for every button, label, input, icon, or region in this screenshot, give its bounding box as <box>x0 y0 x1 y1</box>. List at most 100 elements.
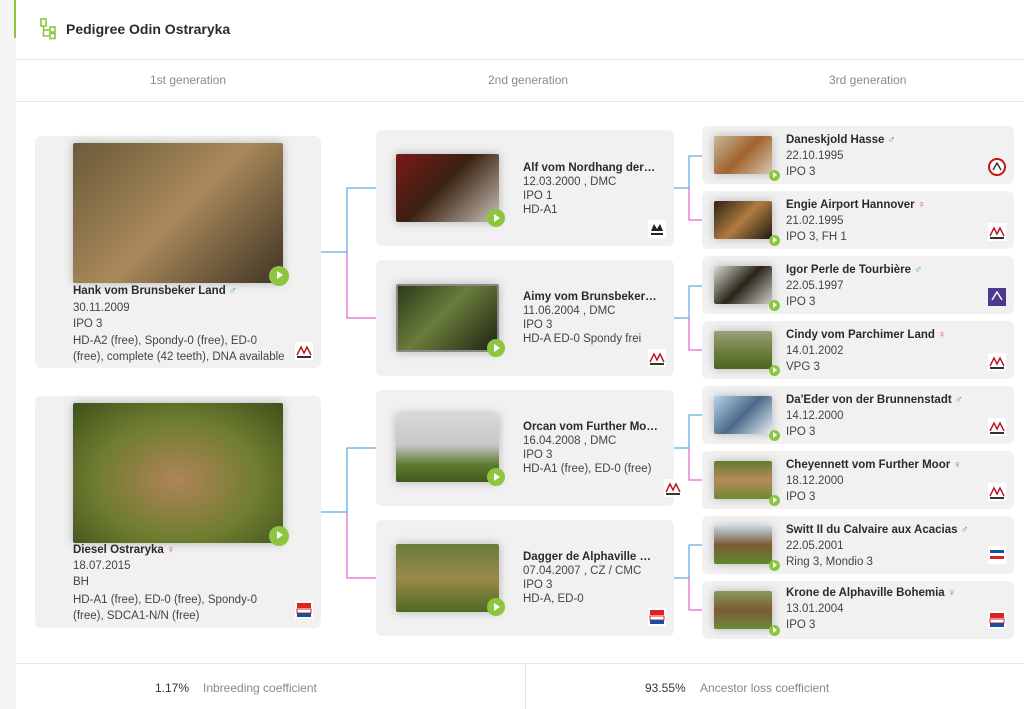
dog-name[interactable]: Dagger de Alphaville Bo... <box>523 551 658 563</box>
inbreeding-value: 1.17% <box>155 681 190 695</box>
dog-title: IPO 3 <box>786 619 816 631</box>
dog-name[interactable]: Daneskjold Hasse ♂ <box>786 134 986 146</box>
dog-name[interactable]: Igor Perle de Tourbière ♂ <box>786 264 986 276</box>
male-icon: ♂ <box>887 134 896 146</box>
play-video-icon[interactable] <box>487 468 505 486</box>
cz-club-logo-icon <box>988 611 1006 629</box>
dog-photo[interactable] <box>714 201 772 239</box>
dog-photo[interactable] <box>714 591 772 629</box>
dog-birthdate: 16.04.2008 , DMC <box>523 435 617 447</box>
dog-name[interactable]: Engie Airport Hannover ♀ <box>786 199 986 211</box>
dhc-logo-icon <box>988 353 1006 371</box>
male-icon: ♂ <box>228 285 237 297</box>
dog-health: HD-A1 (free), ED-0 (free), Spondy-0 (fre… <box>73 594 258 622</box>
dog-title: IPO 3 <box>786 491 816 503</box>
dog-photo[interactable] <box>714 266 772 304</box>
play-video-icon[interactable] <box>269 526 289 546</box>
dog-card-gen3-2[interactable]: Engie Airport Hannover ♀ 21.02.1995 IPO 3… <box>702 191 1014 249</box>
dog-card-gen3-8[interactable]: Krone de Alphaville Bohemia ♀ 13.01.2004 … <box>702 581 1014 639</box>
inbreeding-label: Inbreeding coefficient <box>203 681 317 695</box>
dog-card-gen2-3[interactable]: Orcan vom Further Moo... 16.04.2008 , DM… <box>376 390 682 506</box>
play-video-icon[interactable] <box>769 430 780 441</box>
play-video-icon[interactable] <box>769 300 780 311</box>
fr-club-logo-icon <box>988 288 1006 306</box>
female-icon: ♀ <box>166 544 176 556</box>
dog-name[interactable]: Hank vom Brunsbeker Land ♂ <box>73 285 313 297</box>
dog-card-gen3-3[interactable]: Igor Perle de Tourbière ♂ 22.05.1997 IPO … <box>702 256 1014 314</box>
dog-birthdate: 12.03.2000 , DMC <box>523 176 617 188</box>
dog-health: HD-A2 (free), Spondy-0 (free), ED-0 (fre… <box>73 335 285 363</box>
dog-card-gen3-6[interactable]: Cheyennett vom Further Moor ♀ 18.12.2000 … <box>702 451 1014 509</box>
connector-line <box>674 544 702 579</box>
dog-card-gen2-1[interactable]: Alf vom Nordhang der Ei... 12.03.2000 , … <box>376 130 674 246</box>
connector-line <box>688 448 702 481</box>
dog-name[interactable]: Aimy vom Brunsbeker L... <box>523 291 658 303</box>
dog-card-gen2-4[interactable]: Dagger de Alphaville Bo... 07.04.2007 , … <box>376 520 674 636</box>
ancestor-loss-label: Ancestor loss coefficient <box>700 681 830 695</box>
play-video-icon[interactable] <box>487 339 505 357</box>
female-icon: ♀ <box>947 587 956 599</box>
dog-card-gen1-sire[interactable]: Hank vom Brunsbeker Land ♂ 30.11.2009 IPO… <box>35 136 321 368</box>
play-video-icon[interactable] <box>487 598 505 616</box>
dog-name[interactable]: Diesel Ostraryka ♀ <box>73 544 313 556</box>
male-icon: ♂ <box>914 264 923 276</box>
dog-photo[interactable] <box>73 143 283 283</box>
cz-club-logo-icon <box>648 608 666 626</box>
dog-title: IPO 3 <box>523 449 553 461</box>
dog-photo[interactable] <box>396 154 499 222</box>
dog-name[interactable]: Switt II du Calvaire aux Acacias ♂ <box>786 524 986 536</box>
footer-divider <box>525 664 526 709</box>
male-icon: ♂ <box>960 524 969 536</box>
kennel-logo-icon <box>648 220 666 238</box>
dog-birthdate: 22.05.2001 <box>786 540 844 552</box>
play-video-icon[interactable] <box>769 235 780 246</box>
dog-birthdate: 22.05.1997 <box>786 280 844 292</box>
play-video-icon[interactable] <box>769 365 780 376</box>
connector-line <box>674 155 702 189</box>
female-icon: ♀ <box>937 329 947 341</box>
play-video-icon[interactable] <box>487 209 505 227</box>
dog-card-gen3-1[interactable]: Daneskjold Hasse ♂ 22.10.1995 IPO 3 <box>702 126 1014 184</box>
dog-photo[interactable] <box>396 414 499 482</box>
dog-name[interactable]: Da'Eder von der Brunnenstadt ♂ <box>786 394 986 406</box>
connector-line <box>688 188 702 221</box>
connector-line <box>321 447 376 513</box>
play-video-icon[interactable] <box>269 266 289 286</box>
dhc-logo-icon <box>988 483 1006 501</box>
dog-card-gen3-4[interactable]: Cindy vom Parchimer Land ♀ 14.01.2002 VPG… <box>702 321 1014 379</box>
dhc-logo-icon <box>988 418 1006 436</box>
play-video-icon[interactable] <box>769 495 780 506</box>
play-video-icon[interactable] <box>769 170 780 181</box>
dog-photo[interactable] <box>714 136 772 174</box>
dog-photo[interactable] <box>714 396 772 434</box>
female-icon: ♀ <box>917 199 926 211</box>
play-video-icon[interactable] <box>769 625 780 636</box>
dog-name[interactable]: Krone de Alphaville Bohemia ♀ <box>786 587 986 599</box>
play-video-icon[interactable] <box>769 560 780 571</box>
dog-photo[interactable] <box>714 331 772 369</box>
dog-birthdate: 14.01.2002 <box>786 345 844 357</box>
dog-photo[interactable] <box>396 284 499 352</box>
dog-birthdate: 18.07.2015 <box>73 560 131 572</box>
dog-name[interactable]: Cindy vom Parchimer Land ♀ <box>786 329 986 341</box>
dog-title: IPO 3 <box>786 426 816 438</box>
dog-card-gen3-7[interactable]: Switt II du Calvaire aux Acacias ♂ 22.05.… <box>702 516 1014 574</box>
connector-line <box>674 414 702 449</box>
dog-photo[interactable] <box>73 403 283 543</box>
dog-card-gen3-5[interactable]: Da'Eder von der Brunnenstadt ♂ 14.12.2000… <box>702 386 1014 444</box>
dog-photo[interactable] <box>396 544 499 612</box>
dog-title: IPO 3 <box>73 318 103 330</box>
dog-name[interactable]: Cheyennett vom Further Moor ♀ <box>786 459 986 471</box>
dog-card-gen2-2[interactable]: Aimy vom Brunsbeker L... 11.06.2004 , DM… <box>376 260 674 376</box>
coefficients-footer: 1.17% Inbreeding coefficient 93.55% Ance… <box>16 663 1024 709</box>
dog-name[interactable]: Alf vom Nordhang der Ei... <box>523 162 658 174</box>
dk-club-logo-icon <box>988 158 1006 176</box>
dog-title: IPO 3 <box>523 579 553 591</box>
dog-health: HD-A1 <box>523 204 558 216</box>
dog-name[interactable]: Orcan vom Further Moo... <box>523 421 658 433</box>
dog-photo[interactable] <box>714 526 772 564</box>
dog-card-gen1-dam[interactable]: Diesel Ostraryka ♀ 18.07.2015 BH HD-A1 (f… <box>35 396 321 628</box>
dog-title: Ring 3, Mondio 3 <box>786 556 873 568</box>
dog-photo[interactable] <box>714 461 772 499</box>
dog-birthdate: 30.11.2009 <box>73 302 130 314</box>
